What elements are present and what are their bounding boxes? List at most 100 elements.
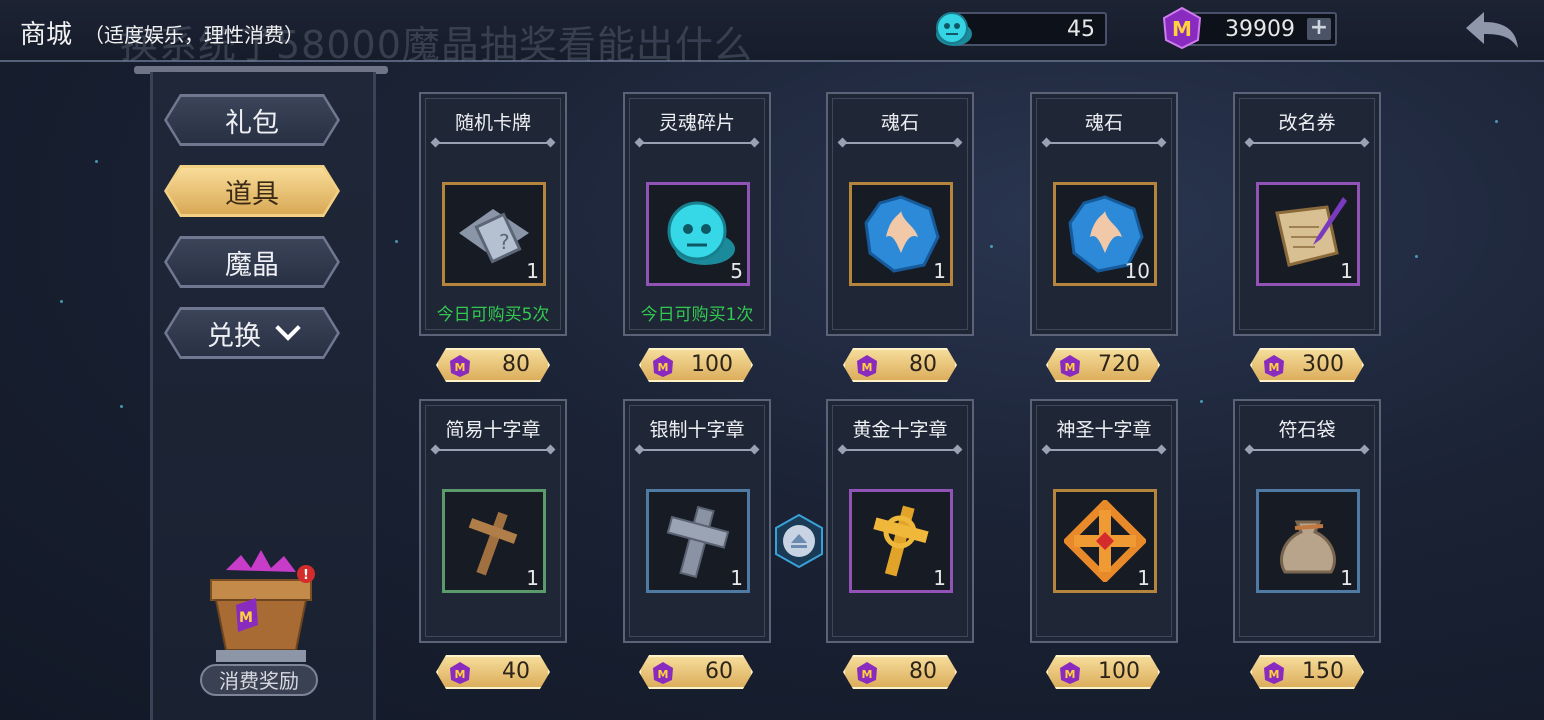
magic-crystal-icon: M [855, 354, 879, 378]
card-pack-icon: ? [459, 209, 529, 264]
magic-crystal-icon: M [1162, 6, 1202, 50]
item-card[interactable]: 神圣十字章 1 [1030, 399, 1178, 643]
svg-text:M: M [658, 361, 669, 374]
item-card[interactable]: 符石袋 1 [1233, 399, 1381, 643]
item-quantity: 5 [730, 259, 743, 283]
spending-reward-label[interactable]: 消费奖励 [200, 664, 318, 696]
item-quantity: 10 [1124, 259, 1150, 283]
price-value: 100 [1098, 659, 1140, 684]
soul-coin-counter: 45 [955, 12, 1107, 46]
item-quantity: 1 [1137, 566, 1150, 590]
top-bar: 换系统了58000魔晶抽奖看能出什么 商城 （适度娱乐，理性消费） 45 399… [0, 0, 1544, 67]
tab-items[interactable]: 道具 [164, 165, 340, 217]
price-value: 40 [502, 659, 530, 684]
price-button[interactable]: M 100 [1046, 655, 1160, 689]
svg-text:M: M [862, 361, 873, 374]
price-button[interactable]: M 80 [843, 655, 957, 689]
item-name: 灵魂碎片 [658, 112, 735, 134]
item-quantity: 1 [730, 566, 743, 590]
price-button[interactable]: M 80 [436, 348, 550, 382]
item-quantity: 1 [933, 566, 946, 590]
svg-text:M: M [862, 668, 873, 681]
silver-cross-icon [666, 505, 730, 579]
item-slot: 1 [849, 182, 953, 286]
price-value: 100 [691, 352, 733, 377]
tab-label: 兑换 [207, 320, 261, 352]
item-card[interactable]: 简易十字章 1 [419, 399, 567, 643]
price-button[interactable]: M 150 [1250, 655, 1364, 689]
svg-text:!: ! [303, 568, 309, 583]
rune-bag-icon [1280, 520, 1336, 574]
soul-stone-icon [864, 195, 940, 273]
price-button[interactable]: M 60 [639, 655, 753, 689]
wooden-cross-icon [468, 511, 518, 576]
svg-text:M: M [1065, 668, 1076, 681]
page-subtitle: （适度娱乐，理性消费） [84, 23, 304, 47]
item-slot: 1 [1256, 489, 1360, 593]
price-button[interactable]: M 720 [1046, 348, 1160, 382]
item-card[interactable]: 银制十字章 1 [623, 399, 771, 643]
add-crystal-button[interactable]: + [1307, 17, 1331, 40]
item-name: 黄金十字章 [852, 419, 948, 441]
item-card[interactable]: 魂石 10 [1030, 92, 1178, 336]
magic-crystal-icon: M [448, 661, 472, 685]
svg-text:M: M [239, 610, 253, 626]
tab-label: 礼包 [225, 107, 279, 139]
item-card[interactable]: 黄金十字章 1 [826, 399, 974, 643]
purchase-limit: 今日可购买1次 [640, 305, 754, 325]
svg-text:M: M [455, 361, 466, 374]
svg-text:M: M [455, 668, 466, 681]
svg-text:M: M [658, 668, 669, 681]
item-slot: 1 [849, 489, 953, 593]
gold-cross-icon [873, 505, 929, 577]
price-value: 300 [1302, 352, 1344, 377]
svg-text:?: ? [499, 230, 510, 254]
price-value: 60 [705, 659, 733, 684]
magic-crystal-icon: M [1058, 661, 1082, 685]
price-value: 150 [1302, 659, 1344, 684]
item-card[interactable]: 随机卡牌 ? 1 今日可购买5次 [419, 92, 567, 336]
tab-gift-pack[interactable]: 礼包 [164, 94, 340, 146]
item-quantity: 1 [1340, 566, 1353, 590]
price-button[interactable]: M 100 [639, 348, 753, 382]
price-button[interactable]: M 80 [843, 348, 957, 382]
magic-crystal-counter: 39909 + [1185, 12, 1337, 46]
item-card[interactable]: 改名券 1 [1233, 92, 1381, 336]
magic-crystal-icon: M [1058, 354, 1082, 378]
item-card[interactable]: 灵魂碎片 5 今日可购买1次 [623, 92, 771, 336]
item-quantity: 1 [526, 566, 539, 590]
svg-text:M: M [1269, 668, 1280, 681]
item-quantity: 1 [1340, 259, 1353, 283]
item-card[interactable]: 魂石 1 [826, 92, 974, 336]
item-slot: 1 [442, 489, 546, 593]
svg-text:M: M [1172, 17, 1192, 41]
magic-crystal-icon: M [855, 661, 879, 685]
holy-cross-icon [1064, 500, 1146, 582]
tab-crystal[interactable]: 魔晶 [164, 236, 340, 288]
item-name: 魂石 [880, 112, 919, 134]
magic-crystal-icon: M [651, 354, 675, 378]
back-arrow-icon[interactable] [1462, 10, 1522, 50]
item-slot: 1 [646, 489, 750, 593]
item-slot: 5 [646, 182, 750, 286]
floating-eject-icon[interactable] [772, 514, 826, 568]
tab-exchange[interactable]: 兑换 [164, 307, 340, 359]
soul-coin-value: 45 [1067, 16, 1095, 42]
magic-crystal-value: 39909 [1225, 16, 1295, 42]
price-button[interactable]: M 300 [1250, 348, 1364, 382]
item-quantity: 1 [526, 259, 539, 283]
item-name: 银制十字章 [649, 419, 745, 441]
tab-label: 道具 [225, 178, 279, 210]
price-button[interactable]: M 40 [436, 655, 550, 689]
price-value: 720 [1098, 352, 1140, 377]
magic-crystal-icon: M [651, 661, 675, 685]
item-name: 魂石 [1084, 112, 1123, 134]
price-value: 80 [909, 659, 937, 684]
item-name: 随机卡牌 [454, 112, 531, 134]
magic-crystal-icon: M [1262, 661, 1286, 685]
item-name: 符石袋 [1278, 419, 1336, 441]
item-slot: ? 1 [442, 182, 546, 286]
magic-crystal-icon: M [448, 354, 472, 378]
purchase-limit: 今日可购买5次 [436, 305, 550, 325]
magic-crystal-icon: M [1262, 354, 1286, 378]
